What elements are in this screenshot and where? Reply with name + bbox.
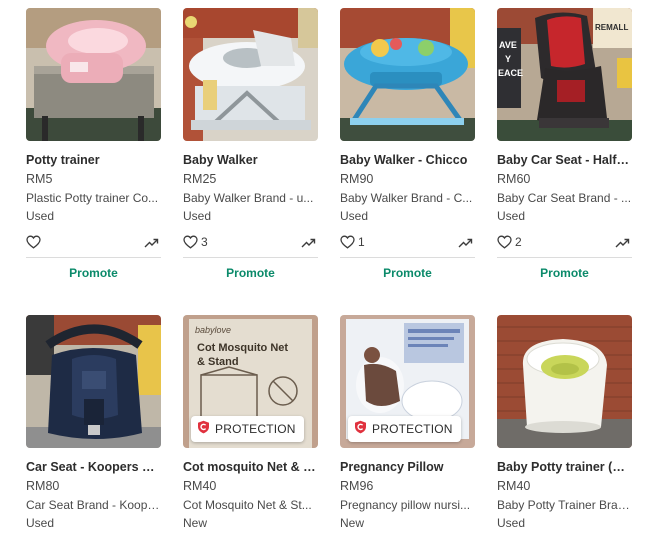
shield-icon — [197, 420, 210, 439]
box-title: Cot Mosquito Net — [197, 342, 288, 354]
listing-title[interactable]: Potty trainer — [26, 153, 161, 167]
listing-description: Plastic Potty trainer Co... — [26, 191, 159, 205]
wall-text: EACE — [498, 68, 523, 78]
protection-badge: PROTECTION — [191, 416, 304, 442]
listing-title[interactable]: Cot mosquito Net & S... — [183, 460, 318, 474]
listing-card[interactable]: Baby Walker RM25 Baby Walker Brand - u..… — [183, 8, 318, 280]
like-button[interactable]: 3 — [183, 235, 208, 249]
promote-button[interactable]: Promote — [26, 266, 161, 280]
listing-price: RM40 — [497, 479, 531, 493]
promote-button[interactable]: Promote — [340, 266, 475, 280]
store-sign: REMALL — [595, 23, 628, 32]
listing-image[interactable] — [497, 315, 632, 448]
listing-price: RM90 — [340, 172, 374, 186]
heart-icon — [183, 235, 198, 249]
heart-icon — [26, 235, 41, 249]
promote-button[interactable]: Promote — [497, 266, 632, 280]
listing-price: RM96 — [340, 479, 374, 493]
listing-card[interactable]: babylove Cot Mosquito Net & Stand PROTEC… — [183, 315, 318, 530]
listing-condition: Used — [26, 516, 55, 530]
divider — [497, 257, 632, 258]
listing-price: RM5 — [26, 172, 53, 186]
trending-icon[interactable] — [458, 236, 473, 254]
box-brand: babylove — [195, 325, 231, 335]
like-count: 3 — [201, 235, 208, 249]
promote-button[interactable]: Promote — [183, 266, 318, 280]
wall-text: AVE — [499, 40, 517, 50]
listing-price: RM60 — [497, 172, 531, 186]
badge-label: PROTECTION — [372, 422, 453, 436]
listing-price: RM40 — [183, 479, 217, 493]
like-button[interactable]: 1 — [340, 235, 365, 249]
trending-icon[interactable] — [144, 236, 159, 254]
heart-icon — [497, 235, 512, 249]
listing-card[interactable]: Car Seat - Koopers kal... RM80 Car Seat … — [26, 315, 161, 530]
listing-title[interactable]: Baby Walker - Chicco — [340, 153, 475, 167]
listing-card[interactable]: Baby Potty trainer (M... RM40 Baby Potty… — [497, 315, 632, 530]
like-count: 1 — [358, 235, 365, 249]
listing-title[interactable]: Baby Potty trainer (M... — [497, 460, 632, 474]
protection-badge: PROTECTION — [348, 416, 461, 442]
trending-icon[interactable] — [301, 236, 316, 254]
heart-icon — [340, 235, 355, 249]
listing-image[interactable] — [26, 8, 161, 141]
badge-label: PROTECTION — [215, 422, 296, 436]
divider — [183, 257, 318, 258]
listing-description: Car Seat Brand - Koope... — [26, 498, 161, 512]
listing-condition: New — [183, 516, 208, 530]
wall-text: Y — [505, 54, 511, 64]
listing-card[interactable]: PROTECTION Pregnancy Pillow RM96 Pregnan… — [340, 315, 475, 530]
listing-description: Baby Potty Trainer Bran... — [497, 498, 632, 512]
listing-condition: Used — [497, 516, 526, 530]
listing-condition: Used — [183, 209, 212, 223]
listing-condition: Used — [26, 209, 55, 223]
like-count: 2 — [515, 235, 522, 249]
listing-card[interactable]: Baby Walker - Chicco RM90 Baby Walker Br… — [340, 8, 475, 280]
listing-description: Cot Mosquito Net & St... — [183, 498, 312, 512]
trending-icon[interactable] — [615, 236, 630, 254]
listing-description: Pregnancy pillow nursi... — [340, 498, 471, 512]
listing-title[interactable]: Baby Car Seat - Halford — [497, 153, 632, 167]
divider — [26, 257, 161, 258]
like-button[interactable]: 2 — [497, 235, 522, 249]
listing-title[interactable]: Car Seat - Koopers kal... — [26, 460, 161, 474]
listing-title[interactable]: Baby Walker — [183, 153, 318, 167]
listing-image[interactable]: babylove Cot Mosquito Net & Stand PROTEC… — [183, 315, 318, 448]
listing-card[interactable]: Potty trainer RM5 Plastic Potty trainer … — [26, 8, 161, 280]
like-button[interactable] — [26, 235, 44, 249]
listing-image[interactable] — [340, 8, 475, 141]
listing-description: Baby Car Seat Brand - ... — [497, 191, 632, 205]
listing-condition: Used — [340, 209, 369, 223]
listing-title[interactable]: Pregnancy Pillow — [340, 460, 475, 474]
listing-card[interactable]: AVE Y EACE REMALL Baby Car Seat - Halfor… — [497, 8, 632, 280]
listing-condition: New — [340, 516, 365, 530]
listing-description: Baby Walker Brand - C... — [340, 191, 473, 205]
shield-icon — [354, 420, 367, 439]
listing-image[interactable] — [26, 315, 161, 448]
listing-image[interactable]: AVE Y EACE REMALL — [497, 8, 632, 141]
listing-description: Baby Walker Brand - u... — [183, 191, 314, 205]
listing-price: RM25 — [183, 172, 217, 186]
listing-price: RM80 — [26, 479, 60, 493]
listing-image[interactable] — [183, 8, 318, 141]
listing-condition: Used — [497, 209, 526, 223]
divider — [340, 257, 475, 258]
box-title: & Stand — [197, 356, 239, 368]
listing-image[interactable]: PROTECTION — [340, 315, 475, 448]
